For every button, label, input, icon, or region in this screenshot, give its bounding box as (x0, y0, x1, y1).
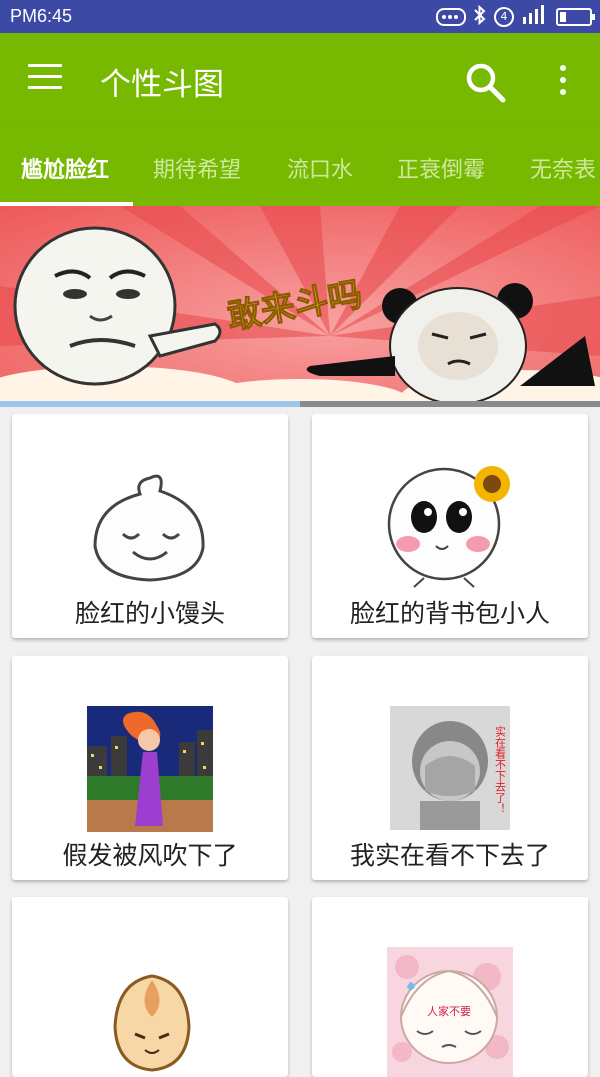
meme-card[interactable]: 脸红的小馒头 (12, 414, 288, 638)
meme-card[interactable]: 实在看不下去了！ 我实在看不下去了 (312, 656, 588, 880)
more-dots-icon (436, 8, 466, 26)
card-image-text: 人家不要 (427, 1004, 471, 1018)
wig-blown-image (87, 706, 213, 832)
search-icon[interactable] (464, 61, 506, 103)
seed-character-image (113, 974, 191, 1072)
status-bar: PM6:45 4 (0, 0, 600, 33)
cant-watch-image: 实在看不下去了！ (390, 706, 510, 830)
blushing-bun-image (93, 474, 205, 582)
battery-icon (556, 8, 595, 26)
meme-card[interactable]: 脸红的背书包小人 (312, 414, 588, 638)
app-title: 个性斗图 (100, 67, 224, 103)
category-tabs: 尴尬脸红 期待希望 流口水 正衰倒霉 无奈表 (0, 126, 600, 206)
card-caption: 我实在看不下去了 (349, 841, 550, 870)
status-icons: 4 (436, 4, 595, 29)
tab-expect-hope[interactable]: 期待希望 (153, 152, 241, 184)
dont-want-image: 人家不要 (387, 947, 513, 1077)
status-time: PM6:45 (10, 6, 73, 26)
card-caption: 假发被风吹下了 (62, 841, 238, 870)
banner-carousel[interactable]: 敢来斗吗 (0, 206, 600, 402)
bluetooth-icon (474, 4, 486, 29)
signal-icon (522, 5, 548, 29)
menu-icon[interactable] (28, 64, 62, 92)
banner-image: 敢来斗吗 (0, 206, 600, 402)
meme-card[interactable]: 假发被风吹下了 (12, 656, 288, 880)
meme-card[interactable] (12, 897, 288, 1077)
tab-helpless[interactable]: 无奈表 (530, 152, 596, 184)
card-caption: 脸红的背书包小人 (349, 599, 550, 628)
card-caption: 脸红的小馒头 (74, 599, 225, 628)
sim-4-icon: 4 (494, 7, 514, 27)
app-bar: 个性斗图 (0, 33, 600, 126)
card-image-text: 实在看不下去了！ (494, 725, 507, 814)
tab-drool[interactable]: 流口水 (287, 152, 353, 184)
more-vert-icon[interactable] (556, 65, 570, 97)
blushing-schoolbag-image (387, 466, 510, 588)
tab-bad-luck[interactable]: 正衰倒霉 (397, 152, 485, 184)
meme-card[interactable]: 人家不要 (312, 897, 588, 1077)
tab-awkward-blush[interactable]: 尴尬脸红 (21, 152, 109, 184)
banner-indicator (0, 401, 600, 407)
